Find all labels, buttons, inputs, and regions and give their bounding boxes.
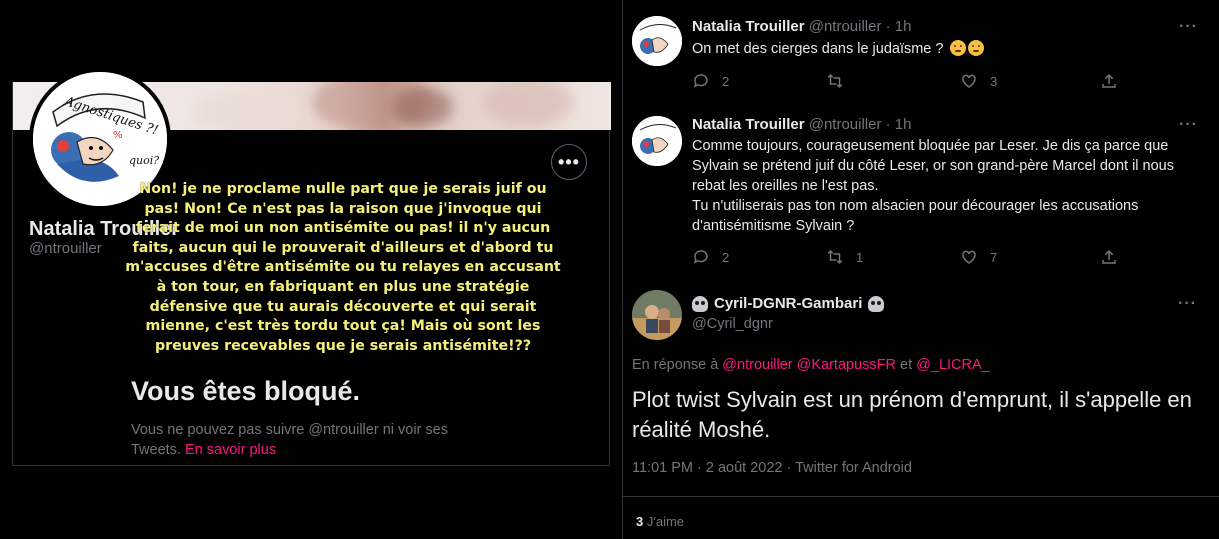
reply-mention-link[interactable]: @_LICRA_ [916, 357, 990, 373]
skull-icon [868, 295, 885, 312]
retweet-icon [827, 249, 843, 265]
retweet-button[interactable]: 1 [826, 248, 863, 266]
reply-button[interactable]: 2 [692, 248, 729, 266]
share-icon [1102, 73, 1116, 88]
tweet-avatar[interactable] [632, 16, 682, 66]
heart-icon [962, 250, 976, 264]
learn-more-link[interactable]: En savoir plus [185, 442, 276, 458]
tweet-text: Comme toujours, courageusement bloquée p… [692, 136, 1202, 236]
reply-button[interactable]: 2 [692, 72, 729, 90]
share-icon [1102, 249, 1116, 264]
blocked-title: Vous êtes bloqué. [131, 376, 361, 406]
reply-count: 2 [722, 249, 730, 265]
reply-and: et [900, 357, 913, 373]
like-button[interactable]: 3 [960, 72, 997, 90]
profile-handle: @ntrouiller [29, 240, 102, 257]
retweet-count: 1 [856, 249, 864, 265]
svg-text:quoi?: quoi? [129, 154, 159, 167]
share-button[interactable] [1100, 72, 1118, 90]
tweet-more-icon[interactable]: ··· [1179, 18, 1198, 36]
tweet-text-paragraph: Tu n'utiliserais pas ton nom alsacien po… [692, 198, 1139, 234]
blocked-profile-panel: Agnostiques ?! quoi? % ••• Natalia Troui… [0, 0, 622, 539]
heart-icon [962, 74, 976, 88]
reply-icon [693, 74, 708, 88]
likes-count: 3 [636, 514, 644, 529]
tweet-author-name[interactable]: Natalia Trouiller [692, 18, 805, 35]
tweet-text-content: On met des cierges dans le judaïsme ? [692, 41, 944, 57]
tweet-actions: 2 1 7 [692, 248, 1192, 268]
like-count: 3 [990, 73, 998, 89]
retweet-icon [827, 73, 843, 89]
main-tweet-likes[interactable]: 3 J'aime [636, 514, 684, 529]
divider [623, 496, 1219, 497]
profile-card: Agnostiques ?! quoi? % ••• Natalia Troui… [12, 68, 611, 466]
tweet-author-handle[interactable]: @ntrouiller · 1h [809, 18, 912, 35]
tweet-author-handle[interactable]: @ntrouiller · 1h [809, 116, 912, 133]
reply-mentions-link[interactable]: @ntrouiller @KartapussFR [722, 357, 896, 373]
overlay-caption-text: Non! je ne proclame nulle part que je se… [125, 181, 561, 354]
main-tweet-author-name: Cyril-DGNR-Gambari [714, 295, 863, 312]
thinking-face-icon [949, 40, 966, 56]
likes-label: J'aime [646, 514, 685, 529]
reply-prefix: En réponse à [632, 357, 719, 373]
reply-icon [693, 250, 708, 264]
tweet-actions: 2 3 [692, 72, 1192, 92]
main-tweet-text: Plot twist Sylvain est un prénom d'empru… [632, 387, 1192, 442]
like-button[interactable]: 7 [960, 248, 997, 266]
main-tweet-author[interactable]: Cyril-DGNR-Gambari [692, 295, 885, 312]
main-tweet-meta[interactable]: 11:01 PM · 2 août 2022 · Twitter for And… [632, 460, 912, 476]
blocked-description: Vous ne pouvez pas suivre @ntrouiller ni… [131, 420, 471, 460]
svg-text:%: % [113, 130, 123, 141]
main-tweet-more-icon[interactable]: ··· [1178, 295, 1197, 313]
retweet-button[interactable] [826, 72, 844, 90]
tweet-author-name[interactable]: Natalia Trouiller [692, 116, 805, 133]
more-icon: ••• [558, 151, 580, 172]
reply-count: 2 [722, 73, 730, 89]
main-tweet-handle[interactable]: @Cyril_dgnr [692, 316, 773, 332]
blocked-description-text: Vous ne pouvez pas suivre @ntrouiller ni… [131, 422, 448, 458]
tweet-header: Natalia Trouiller @ntrouiller · 1h [692, 116, 912, 133]
tweet-text: On met des cierges dans le judaïsme ? [692, 39, 1202, 59]
reply-context: En réponse à @ntrouiller @KartapussFR et… [632, 357, 990, 373]
tweet-thread: Natalia Trouiller @ntrouiller · 1h ··· O… [622, 0, 1219, 539]
tweet-more-icon[interactable]: ··· [1179, 116, 1198, 134]
like-count: 7 [990, 249, 998, 265]
tweet-avatar[interactable] [632, 116, 682, 166]
skull-icon [692, 295, 708, 312]
share-button[interactable] [1100, 248, 1118, 266]
main-tweet-avatar[interactable] [632, 290, 682, 340]
more-options-button[interactable]: ••• [551, 144, 587, 180]
tweet-text-paragraph: Comme toujours, courageusement bloquée p… [692, 138, 1174, 194]
tweet-header: Natalia Trouiller @ntrouiller · 1h [692, 18, 912, 35]
thinking-face-icon [967, 40, 984, 56]
